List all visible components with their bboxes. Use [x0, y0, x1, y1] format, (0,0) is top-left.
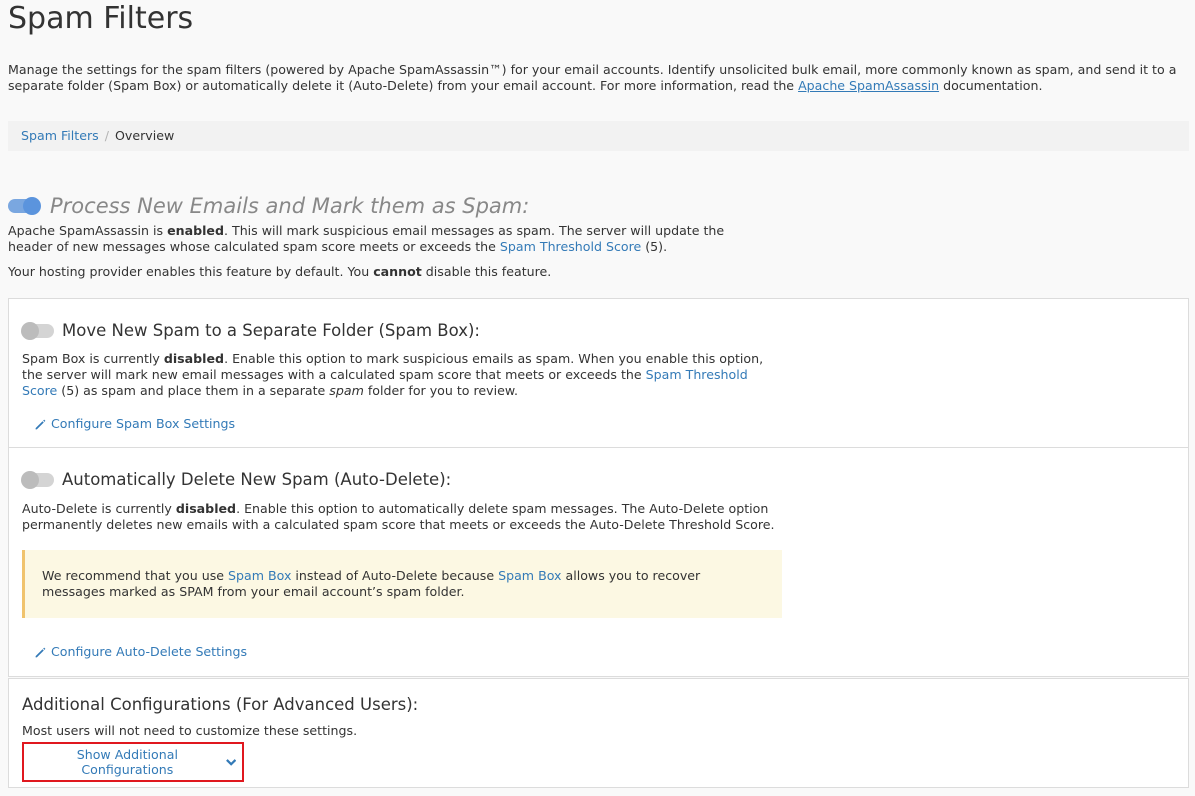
process-emails-heading: Process New Emails and Mark them as Spam… — [50, 194, 530, 218]
spam-threshold-link[interactable]: Spam Threshold Score — [500, 239, 641, 254]
auto-delete-toggle[interactable] — [21, 471, 54, 489]
auto-delete-row: Automatically Delete New Spam (Auto-Dele… — [21, 469, 452, 491]
cannot-text: cannot — [373, 264, 422, 279]
spam-box-heading: Move New Spam to a Separate Folder (Spam… — [62, 321, 480, 340]
toggle-knob — [23, 197, 41, 215]
chevron-down-icon — [225, 758, 236, 766]
breadcrumb: Spam Filters / Overview — [8, 121, 1189, 151]
spam-folder-text: spam — [329, 383, 364, 398]
spam-box-row: Move New Spam to a Separate Folder (Spam… — [21, 320, 480, 342]
process-emails-row: Process New Emails and Mark them as Spam… — [8, 193, 529, 219]
desc-text: folder for you to review. — [363, 383, 519, 398]
additional-configurations-heading: Additional Configurations (For Advanced … — [22, 695, 419, 714]
page-title: Spam Filters — [8, 1, 194, 36]
note-text: Your hosting provider enables this featu… — [8, 264, 374, 279]
alert-text: We recommend that you use — [42, 568, 229, 583]
show-additional-configurations-label: Show Additional Configurations — [76, 747, 178, 777]
process-emails-note: Your hosting provider enables this featu… — [8, 264, 551, 280]
auto-delete-panel: Automatically Delete New Spam (Auto-Dele… — [8, 448, 1189, 677]
configure-auto-delete-label: Configure Auto-Delete Settings — [51, 644, 248, 659]
configure-auto-delete-link[interactable]: Configure Auto-Delete Settings — [34, 644, 247, 660]
spam-box-description: Spam Box is currently disabled. Enable t… — [22, 351, 772, 399]
note-text: disable this feature. — [421, 264, 552, 279]
alert-text: instead of Auto-Delete because — [291, 568, 499, 583]
spam-filters-page: Spam Filters Manage the settings for the… — [0, 0, 1195, 796]
additional-configurations-panel: Additional Configurations (For Advanced … — [8, 678, 1189, 788]
show-additional-configurations-button[interactable]: Show Additional Configurations — [22, 742, 244, 782]
toggle-knob — [21, 322, 39, 340]
desc-text: (5). — [641, 239, 668, 254]
desc-text: Spam Box is currently — [22, 351, 164, 366]
spam-box-panel: Move New Spam to a Separate Folder (Spam… — [8, 298, 1189, 448]
breadcrumb-spam-filters[interactable]: Spam Filters — [21, 128, 99, 144]
breadcrumb-separator: / — [104, 128, 109, 143]
desc-text: (5) as spam and place them in a separate — [57, 383, 330, 398]
pencil-icon — [35, 419, 46, 429]
configure-spam-box-label: Configure Spam Box Settings — [51, 416, 236, 431]
disabled-status: disabled — [163, 351, 225, 366]
intro-text-end: documentation. — [939, 78, 1043, 93]
page-intro: Manage the settings for the spam filters… — [8, 62, 1188, 94]
disabled-status: disabled — [175, 501, 237, 516]
spam-box-toggle[interactable] — [21, 322, 54, 340]
additional-configurations-note: Most users will not need to customize th… — [22, 723, 358, 738]
auto-delete-description: Auto-Delete is currently disabled. Enabl… — [22, 501, 787, 533]
process-emails-description: Apache SpamAssassin is enabled. This wil… — [8, 223, 768, 255]
toggle-knob — [21, 471, 39, 489]
recommendation-alert: We recommend that you use Spam Box inste… — [22, 550, 782, 618]
spam-box-link[interactable]: Spam Box — [228, 568, 291, 583]
process-emails-toggle[interactable] — [8, 197, 41, 215]
configure-spam-box-link[interactable]: Configure Spam Box Settings — [34, 416, 235, 432]
spam-box-link[interactable]: Spam Box — [498, 568, 561, 583]
desc-text: Apache SpamAssassin is — [8, 223, 168, 238]
enabled-status: enabled — [167, 223, 224, 238]
spamassassin-doc-link[interactable]: Apache SpamAssassin — [798, 78, 939, 93]
pencil-icon — [35, 647, 46, 657]
auto-delete-heading: Automatically Delete New Spam (Auto-Dele… — [62, 470, 452, 489]
desc-text: Auto-Delete is currently — [22, 501, 176, 516]
breadcrumb-current: Overview — [114, 128, 175, 143]
